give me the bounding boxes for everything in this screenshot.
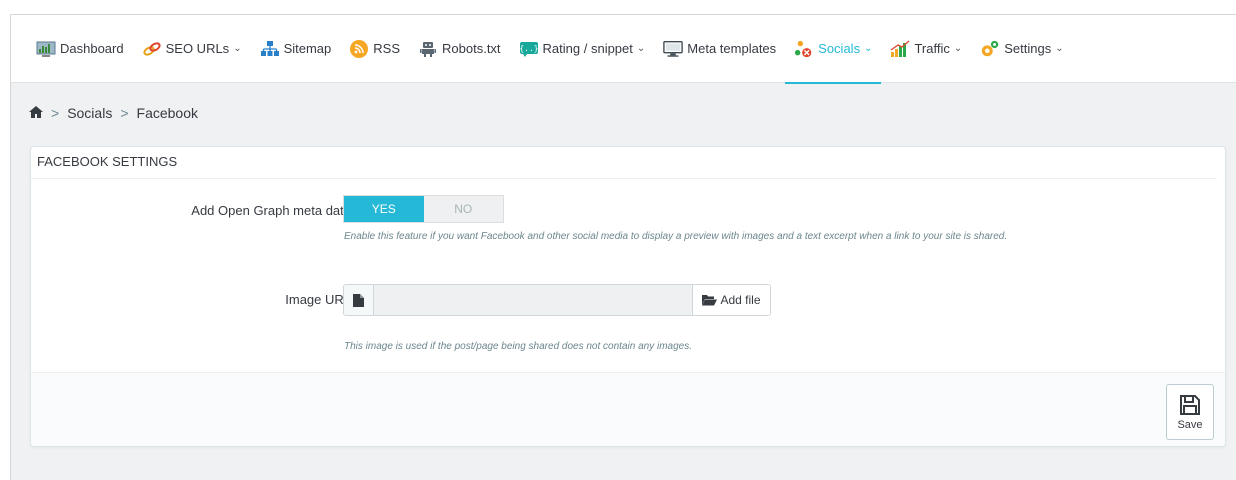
nav-settings[interactable]: Settings ⌄	[971, 15, 1072, 83]
snippet-icon: {..}	[519, 40, 539, 58]
socials-icon	[794, 40, 814, 58]
save-icon	[1180, 394, 1200, 415]
chevron-down-icon: ⌄	[636, 43, 646, 54]
og-meta-toggle[interactable]: YES NO	[343, 195, 504, 223]
breadcrumb-separator-icon: >	[51, 105, 60, 121]
sitemap-icon	[260, 40, 280, 58]
save-button[interactable]: Save	[1166, 384, 1214, 440]
nav-label: Sitemap	[283, 41, 332, 56]
gear-icon	[980, 40, 1000, 58]
nav-robots[interactable]: Robots.txt	[409, 15, 510, 83]
nav-socials[interactable]: Socials ⌄	[785, 15, 882, 84]
app-frame: Dashboard SEO URLs ⌄ Sitemap RSS Robots.…	[10, 14, 1236, 480]
nav-label: SEO URLs	[165, 41, 230, 56]
link-icon	[142, 40, 162, 58]
chevron-down-icon: ⌄	[864, 43, 873, 54]
toggle-yes[interactable]: YES	[344, 196, 424, 222]
nav-label: Robots.txt	[442, 41, 501, 56]
file-icon	[344, 285, 374, 315]
bar-chart-icon	[890, 40, 910, 58]
nav-sitemap[interactable]: Sitemap	[251, 15, 341, 83]
folder-open-icon	[702, 295, 718, 306]
image-url-input[interactable]	[374, 285, 692, 315]
breadcrumb-facebook: Facebook	[136, 105, 198, 121]
nav-label: Traffic	[914, 41, 950, 56]
nav-label: Settings	[1004, 41, 1052, 56]
rss-icon	[349, 39, 369, 58]
panel-title: FACEBOOK SETTINGS	[31, 147, 1217, 179]
breadcrumb-separator-icon: >	[120, 105, 129, 121]
nav-label: Dashboard	[60, 41, 124, 56]
nav-seo-urls[interactable]: SEO URLs ⌄	[133, 15, 251, 83]
nav-rating-snippet[interactable]: {..} Rating / snippet ⌄	[510, 15, 655, 83]
og-meta-help: Enable this feature if you want Facebook…	[344, 231, 1008, 242]
dashboard-icon	[36, 40, 56, 58]
image-url-group: Add file	[343, 284, 771, 316]
chevron-down-icon: ⌄	[953, 43, 963, 54]
add-file-label: Add file	[720, 293, 761, 307]
nav-dashboard[interactable]: Dashboard	[27, 15, 133, 83]
nav-label: Rating / snippet	[542, 41, 633, 56]
chevron-down-icon: ⌄	[1055, 43, 1064, 54]
save-label: Save	[1177, 418, 1203, 431]
nav-traffic[interactable]: Traffic ⌄	[881, 15, 971, 83]
toggle-no[interactable]: NO	[424, 196, 504, 222]
panel-footer: Save	[31, 372, 1225, 446]
facebook-settings-panel: FACEBOOK SETTINGS Add Open Graph meta da…	[30, 146, 1226, 447]
home-icon[interactable]	[29, 105, 43, 121]
robot-icon	[418, 40, 438, 58]
image-url-help: This image is used if the post/page bein…	[344, 341, 692, 352]
add-file-button[interactable]: Add file	[692, 285, 770, 315]
nav-rss[interactable]: RSS	[340, 15, 409, 83]
breadcrumb-socials[interactable]: Socials	[67, 105, 112, 121]
top-nav: Dashboard SEO URLs ⌄ Sitemap RSS Robots.…	[11, 15, 1236, 84]
svg-text:{..}: {..}	[519, 44, 538, 53]
og-meta-label: Add Open Graph meta data	[191, 203, 351, 218]
monitor-icon	[663, 40, 684, 58]
nav-label: Meta templates	[687, 41, 777, 56]
image-url-label: Image URL	[285, 292, 351, 307]
chevron-down-icon: ⌄	[233, 43, 242, 54]
nav-label: RSS	[373, 41, 401, 56]
nav-meta-templates[interactable]: Meta templates	[654, 15, 785, 83]
breadcrumb: > Socials > Facebook	[29, 105, 198, 121]
nav-label: Socials	[818, 41, 861, 56]
